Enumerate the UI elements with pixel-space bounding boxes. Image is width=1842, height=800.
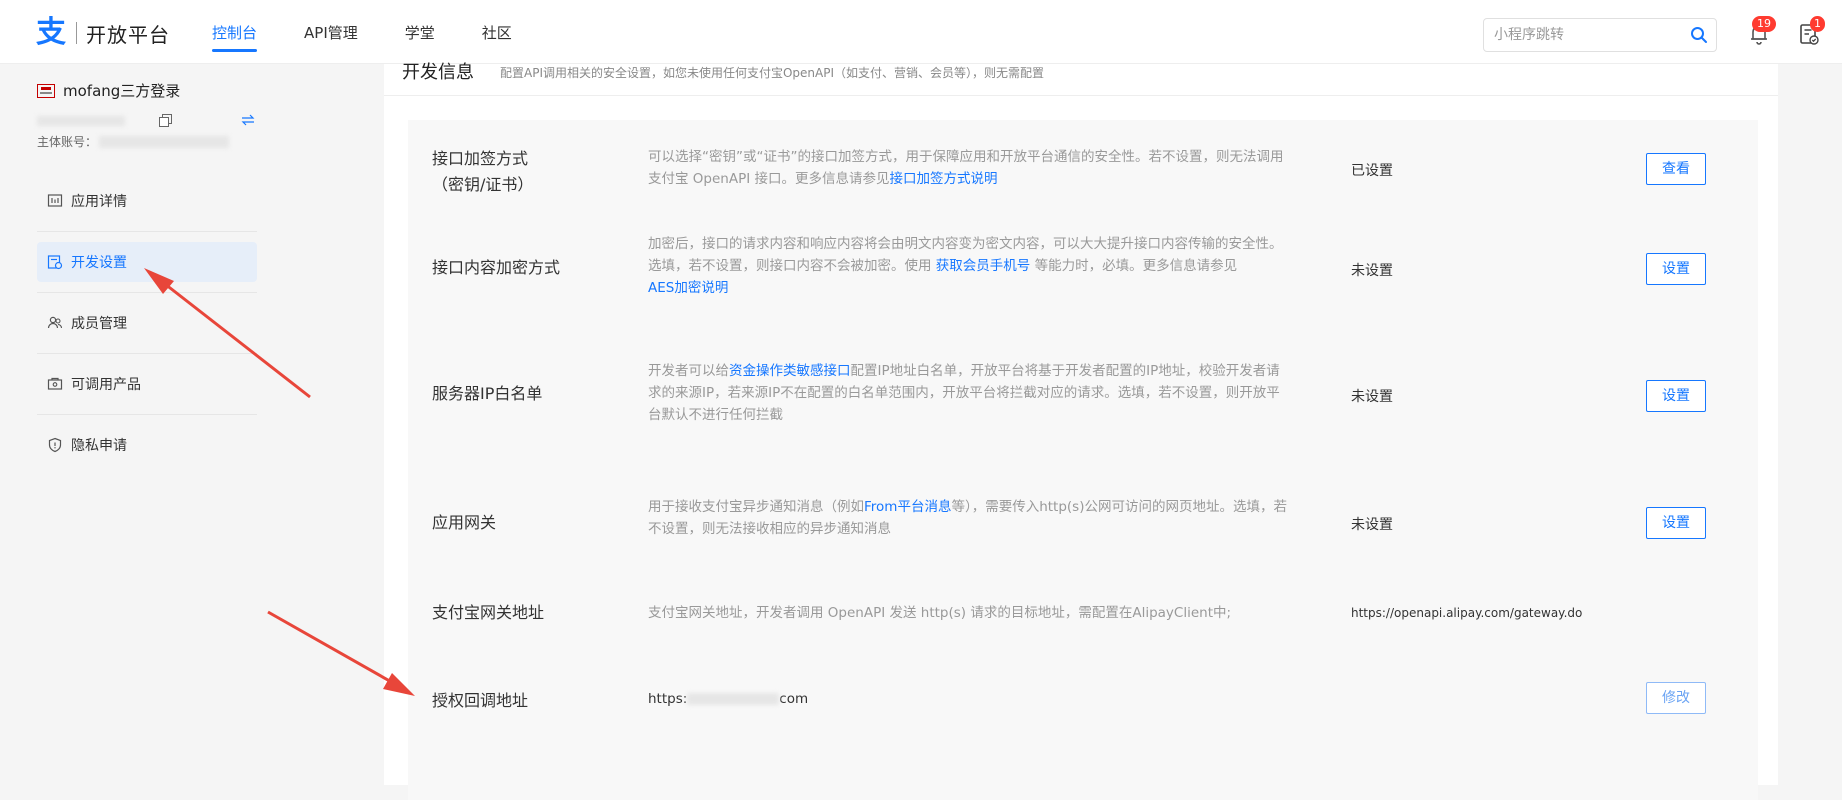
products-icon (47, 377, 63, 390)
app-gateway-label: 应用网关 (432, 513, 497, 532)
signing-method-label: 接口加签方式 （密钥/证书） (432, 146, 533, 198)
sidebar-menu: 应用详情 开发设置 成员管理 可调用产品 隐私申请 (37, 181, 257, 486)
main-account: 主体账号： (37, 133, 230, 150)
app-name: mofang三方登录 (63, 82, 181, 100)
search-input[interactable] (1484, 19, 1674, 51)
app-logo-icon (37, 83, 55, 98)
label-line: 接口加签方式 (432, 149, 529, 168)
section-divider (384, 95, 1778, 96)
switch-app-icon[interactable] (241, 114, 255, 126)
members-icon (47, 316, 63, 329)
section-description: 配置API调用相关的安全设置，如您未使用任何支付宝OpenAPI（如支付、营销、… (500, 66, 1045, 80)
sidebar-item-label: 应用详情 (71, 194, 127, 210)
content-encryption-description: 加密后，接口的请求内容和响应内容将会由明文内容变为密文内容，可以大大提升接口内容… (648, 233, 1293, 299)
notification-button[interactable]: 19 (1748, 16, 1776, 46)
description-text: 用于接收支付宝异步通知消息（例如 (648, 499, 864, 515)
edit-callback-button[interactable]: 修改 (1646, 682, 1706, 714)
sidebar-item-label: 隐私申请 (71, 438, 127, 454)
notification-badge: 19 (1752, 16, 1776, 32)
main-account-label: 主体账号： (37, 135, 98, 149)
sidebar-item-label: 成员管理 (71, 316, 127, 332)
url-prefix: https: (648, 691, 688, 707)
main-account-redacted (99, 135, 230, 148)
ip-whitelist-description: 开发者可以给资金操作类敏感接口配置IP地址白名单，开放平台将基于开发者配置的IP… (648, 360, 1293, 426)
sidebar-item-label: 可调用产品 (71, 377, 141, 393)
todo-button[interactable]: 1 (1798, 16, 1825, 46)
nav-academy[interactable]: 学堂 (405, 0, 435, 64)
top-bar: 支 开放平台 控制台 API管理 学堂 社区 19 1 (0, 0, 1842, 64)
alipay-open-platform-logo[interactable]: 支 开放平台 (36, 18, 170, 48)
set-ip-whitelist-button[interactable]: 设置 (1646, 380, 1706, 412)
url-suffix: com (779, 691, 809, 707)
app-id-redacted (37, 116, 125, 126)
view-button[interactable]: 查看 (1646, 153, 1706, 185)
sidebar-item-app-details[interactable]: 应用详情 (37, 181, 257, 232)
status-text: 已设置 (1351, 163, 1393, 179)
platform-message-link[interactable]: From平台消息 (864, 499, 951, 515)
search-icon[interactable] (1690, 26, 1708, 44)
url-redacted (687, 693, 780, 705)
logo-divider (76, 22, 77, 44)
aes-doc-link[interactable]: AES加密说明 (648, 280, 728, 296)
app-detail-icon (47, 194, 63, 207)
sidebar-item-label: 开发设置 (71, 255, 127, 271)
auth-callback-label: 授权回调地址 (432, 691, 529, 710)
main-content: 开发信息 配置API调用相关的安全设置，如您未使用任何支付宝OpenAPI（如支… (384, 62, 1778, 800)
sidebar: mofang三方登录 主体账号： 应用详情 开发设置 成员管理 可调用产品 隐私… (0, 64, 384, 785)
todo-badge: 1 (1810, 16, 1825, 32)
nav-community[interactable]: 社区 (482, 0, 512, 64)
app-gateway-description: 用于接收支付宝异步通知消息（例如From平台消息等），需要传入http(s)公网… (648, 496, 1293, 540)
nav-console[interactable]: 控制台 (212, 0, 258, 64)
ip-whitelist-label: 服务器IP白名单 (432, 384, 543, 403)
dev-info-panel: 接口加签方式 （密钥/证书） 可以选择“密钥”或“证书”的接口加签方式，用于保障… (408, 120, 1758, 800)
auth-callback-url: https: com (648, 688, 1293, 710)
member-phone-link[interactable]: 获取会员手机号 (936, 258, 1031, 274)
set-gateway-button[interactable]: 设置 (1646, 507, 1706, 539)
sidebar-item-privacy[interactable]: 隐私申请 (37, 425, 257, 465)
alipay-logo-icon: 支 (36, 15, 66, 50)
sidebar-item-members[interactable]: 成员管理 (37, 303, 257, 354)
top-nav: 控制台 API管理 学堂 社区 (212, 0, 559, 64)
description-text: 开发者可以给 (648, 363, 729, 379)
status-text: 未设置 (1351, 263, 1393, 279)
section-title: 开发信息 (402, 62, 474, 83)
search-box (1483, 18, 1717, 52)
app-id-row (37, 112, 257, 130)
set-encryption-button[interactable]: 设置 (1646, 253, 1706, 285)
sidebar-item-dev-settings[interactable]: 开发设置 (37, 242, 257, 293)
signing-method-doc-link[interactable]: 接口加签方式说明 (890, 171, 998, 187)
nav-api-management[interactable]: API管理 (304, 0, 358, 64)
dev-settings-icon (47, 255, 63, 270)
alipay-gateway-description: 支付宝网关地址，开发者调用 OpenAPI 发送 http(s) 请求的目标地址… (648, 605, 1232, 621)
copy-icon[interactable] (159, 114, 172, 127)
logo-text: 开放平台 (86, 22, 170, 47)
description-text: 等能力时，必填。更多信息请参见 (1030, 258, 1238, 274)
label-line: （密钥/证书） (432, 175, 534, 194)
signing-method-description: 可以选择“密钥”或“证书”的接口加签方式，用于保障应用和开放平台通信的安全性。若… (648, 146, 1293, 190)
content-encryption-label: 接口内容加密方式 (432, 258, 561, 277)
sensitive-api-link[interactable]: 资金操作类敏感接口 (729, 363, 851, 379)
status-text: 未设置 (1351, 517, 1393, 533)
alipay-gateway-url: https://openapi.alipay.com/gateway.do (1351, 606, 1583, 620)
status-text: 未设置 (1351, 389, 1393, 405)
app-header: mofang三方登录 (37, 80, 180, 101)
sidebar-item-products[interactable]: 可调用产品 (37, 364, 257, 415)
privacy-shield-icon (48, 437, 62, 453)
alipay-gateway-label: 支付宝网关地址 (432, 603, 545, 622)
